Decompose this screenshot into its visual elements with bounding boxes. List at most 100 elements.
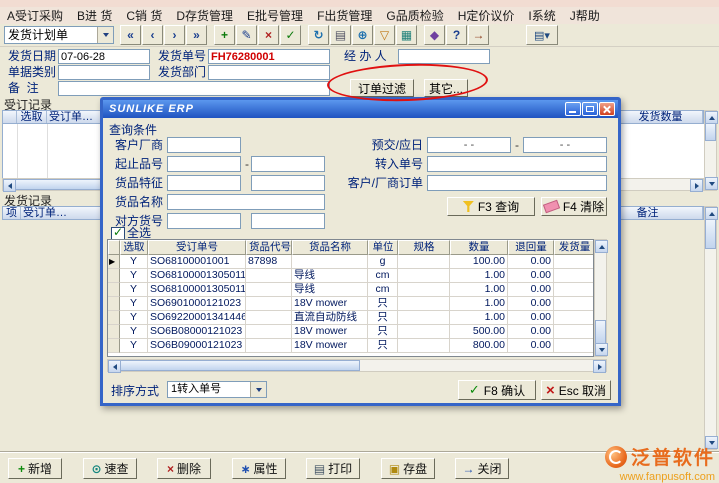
next-record-button[interactable]: ›: [164, 25, 185, 45]
column-header[interactable]: 货品代号: [246, 240, 292, 255]
menu-item[interactable]: J帮助: [563, 8, 607, 24]
scroll-thumb[interactable]: [120, 360, 360, 371]
menu-item[interactable]: A受订采购: [0, 8, 70, 24]
other-button[interactable]: 其它...: [424, 79, 468, 97]
prev-record-button[interactable]: ‹: [142, 25, 163, 45]
column-header[interactable]: 退回量: [508, 240, 554, 255]
column-header[interactable]: 规格: [398, 240, 450, 255]
ship-no-input[interactable]: [208, 49, 330, 64]
dialog-grid-hscrollbar[interactable]: [107, 359, 607, 372]
grid-view-button[interactable]: ▦: [396, 25, 417, 45]
item-to-input[interactable]: [251, 156, 325, 172]
column-header[interactable]: 数量: [450, 240, 508, 255]
table-row[interactable]: YSO6B0900012102318V mower只800.000.00: [108, 339, 593, 353]
order-grid-vscrollbar[interactable]: [704, 110, 717, 191]
menu-item[interactable]: E批号管理: [240, 8, 310, 24]
doc-category-input[interactable]: [58, 65, 150, 80]
column-header-ship-qty[interactable]: 发货数量: [619, 111, 703, 123]
minimize-icon[interactable]: [565, 102, 581, 116]
dialog-grid[interactable]: 选取受订单号货品代号货品名称单位规格数量退回量发货量 YSO6810000100…: [107, 239, 594, 357]
scroll-thumb[interactable]: [705, 123, 716, 141]
close-button[interactable]: →关闭: [455, 458, 509, 479]
item-from-input[interactable]: [167, 156, 241, 172]
dialog-grid-vscrollbar[interactable]: [594, 239, 607, 357]
maximize-icon[interactable]: [582, 102, 598, 116]
feature-input-2[interactable]: [251, 175, 325, 191]
column-header-select[interactable]: 选取: [17, 111, 47, 123]
scroll-up-icon[interactable]: [595, 240, 608, 253]
feature-input[interactable]: [167, 175, 241, 191]
scroll-down-icon[interactable]: [705, 177, 718, 190]
their-item-no-input-2[interactable]: [251, 213, 325, 229]
menu-item[interactable]: F出货管理: [310, 8, 379, 24]
menu-item[interactable]: G品质检验: [379, 8, 450, 24]
dialog-titlebar[interactable]: SUNLIKE ERP: [103, 100, 618, 118]
column-header[interactable]: 受订单号: [148, 240, 246, 255]
transfer-no-input[interactable]: [427, 156, 607, 172]
column-header[interactable]: 选取: [120, 240, 148, 255]
doc-type-combo[interactable]: 发货计划单: [4, 26, 114, 44]
table-row[interactable]: YSO681000013050111导线cm1.000.00: [108, 283, 593, 297]
scroll-thumb[interactable]: [705, 219, 716, 249]
ship-dept-input[interactable]: [208, 65, 330, 80]
scroll-down-icon[interactable]: [595, 343, 608, 356]
item-name-input[interactable]: [167, 194, 325, 210]
print-button[interactable]: ▤打印: [306, 458, 360, 479]
help-button[interactable]: ?: [446, 25, 467, 45]
table-row[interactable]: YSO6B0800012102318V mower只500.000.00: [108, 325, 593, 339]
filter-button[interactable]: ▽: [374, 25, 395, 45]
chevron-down-icon[interactable]: [250, 382, 266, 397]
cancel-button[interactable]: Esc 取消: [541, 380, 611, 400]
order-filter-button[interactable]: 订单过滤: [350, 79, 414, 97]
column-header-order-no[interactable]: 受订单…: [21, 207, 101, 219]
due-from-input[interactable]: [427, 137, 511, 153]
ship-date-input[interactable]: [58, 49, 150, 64]
save-record-button[interactable]: ✓: [280, 25, 301, 45]
search-button[interactable]: ⊕: [352, 25, 373, 45]
table-row[interactable]: YSO69220001341446直流自动防线只1.000.00: [108, 311, 593, 325]
sort-combo[interactable]: 1转入单号: [167, 381, 267, 398]
column-header-item[interactable]: 项: [3, 207, 21, 219]
delete-button[interactable]: ×删除: [157, 458, 211, 479]
customer-input[interactable]: [167, 137, 241, 153]
clear-button[interactable]: F4 清除: [541, 197, 607, 216]
their-item-no-input[interactable]: [167, 213, 241, 229]
table-row[interactable]: YSO681000013050111导线cm1.000.00: [108, 269, 593, 283]
properties-button[interactable]: ∗属性: [232, 458, 286, 479]
menu-item[interactable]: I系统: [521, 8, 562, 24]
confirm-button[interactable]: F8 确认: [458, 380, 536, 400]
scroll-right-icon[interactable]: [690, 179, 703, 192]
table-row[interactable]: YSO690100012102318V mower只1.000.00: [108, 297, 593, 311]
save-button[interactable]: ▣存盘: [381, 458, 435, 479]
customer-order-input[interactable]: [427, 175, 607, 191]
menu-item[interactable]: D存货管理: [169, 8, 240, 24]
menu-item[interactable]: B进 货: [70, 8, 119, 24]
menu-item[interactable]: H定价议价: [451, 8, 522, 24]
first-record-button[interactable]: «: [120, 25, 141, 45]
delete-record-button[interactable]: ×: [258, 25, 279, 45]
last-record-button[interactable]: »: [186, 25, 207, 45]
toolbar-more-button[interactable]: ▤▾: [526, 25, 558, 45]
table-row[interactable]: YSO6810000100187898g100.000.00: [108, 255, 593, 269]
add-record-button[interactable]: +: [214, 25, 235, 45]
query-button[interactable]: F3 查询: [447, 197, 535, 216]
quick-search-button[interactable]: ⊙速查: [83, 458, 137, 479]
ship-grid-vscrollbar[interactable]: [704, 206, 717, 450]
remark-input[interactable]: [58, 81, 330, 96]
handler-input[interactable]: [398, 49, 490, 64]
preview-button[interactable]: ◆: [424, 25, 445, 45]
column-header[interactable]: 货品名称: [292, 240, 368, 255]
refresh-button[interactable]: ↻: [308, 25, 329, 45]
edit-record-button[interactable]: ✎: [236, 25, 257, 45]
scroll-thumb[interactable]: [595, 320, 606, 344]
new-button[interactable]: +新增: [8, 458, 62, 479]
column-header[interactable]: 单位: [368, 240, 398, 255]
exit-button[interactable]: →: [468, 25, 489, 45]
due-to-input[interactable]: [523, 137, 607, 153]
column-header[interactable]: 发货量: [554, 240, 594, 255]
close-icon[interactable]: [599, 102, 615, 116]
menu-item[interactable]: C销 货: [119, 8, 169, 24]
chevron-down-icon[interactable]: [97, 27, 113, 43]
print-button[interactable]: ▤: [330, 25, 351, 45]
scroll-right-icon[interactable]: [593, 360, 606, 373]
